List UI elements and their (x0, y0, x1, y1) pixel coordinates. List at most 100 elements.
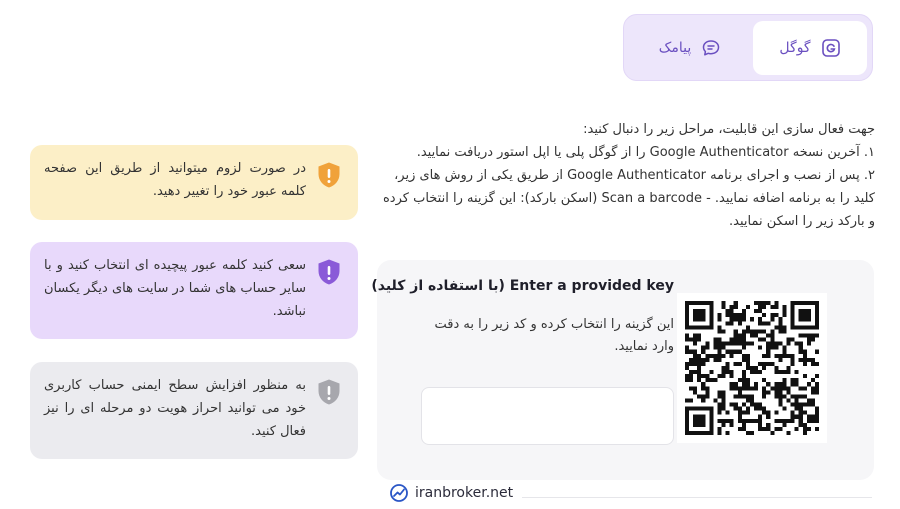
qr-module (705, 353, 710, 358)
qr-module (810, 418, 815, 423)
qr-module (790, 317, 795, 322)
qr-module (814, 309, 819, 314)
qr-module (790, 357, 795, 362)
qr-module (729, 349, 734, 354)
qr-module (762, 329, 767, 334)
brand-text: iranbroker.net (415, 485, 514, 501)
qr-module (806, 341, 811, 346)
alert-text: سعی کنید کلمه عبور پیچیده ای انتخاب کنید… (44, 258, 306, 319)
qr-module (721, 406, 726, 411)
qr-module (685, 422, 690, 427)
qr-module (778, 370, 783, 375)
qr-module (721, 374, 726, 379)
qr-module (766, 390, 771, 395)
qr-module (810, 361, 815, 366)
qr-module (693, 430, 698, 435)
qr-module (709, 422, 714, 427)
qr-module (709, 305, 714, 310)
shield-warning-icon (318, 379, 340, 405)
qr-module (766, 426, 771, 431)
qr-module (814, 374, 819, 379)
qr-module (705, 386, 710, 391)
qr-module (749, 386, 755, 391)
qr-module (814, 410, 819, 415)
qr-module (790, 337, 795, 342)
qr-module (762, 361, 767, 366)
qr-module (786, 430, 791, 435)
qr-module (766, 341, 771, 346)
qr-module (754, 329, 759, 334)
qr-module (802, 402, 807, 407)
qr-module (701, 309, 706, 314)
qr-module (729, 382, 734, 387)
qr-module (701, 317, 706, 322)
qr-module (766, 353, 771, 358)
qr-module (762, 337, 767, 342)
qr-module (802, 317, 807, 322)
qr-module (709, 430, 714, 435)
qr-module (685, 406, 690, 411)
qr-module (721, 370, 726, 375)
qr-module (709, 418, 714, 423)
qr-module (693, 309, 698, 314)
qr-module (782, 329, 787, 334)
tab-sms[interactable]: پیامک (630, 21, 750, 75)
qr-module (705, 390, 710, 395)
qr-module (701, 357, 706, 362)
qr-module (697, 374, 702, 379)
qr-module (693, 422, 698, 427)
qr-module (737, 337, 742, 342)
qr-module (814, 406, 819, 411)
google-g-icon (821, 39, 840, 57)
qr-module (762, 305, 767, 310)
qr-module (802, 309, 807, 314)
qr-module (782, 345, 787, 350)
qr-module (774, 390, 779, 395)
qr-module (806, 402, 811, 407)
qr-module (709, 317, 714, 322)
setup-key-card: Enter a provided key (با استفاده از کلید… (371, 260, 874, 480)
qr-module (717, 325, 722, 330)
qr-module (745, 361, 750, 366)
qr-module (693, 418, 698, 423)
qr-module (766, 422, 771, 427)
qr-module (741, 402, 746, 407)
qr-module (814, 382, 819, 387)
qr-module (794, 382, 799, 387)
qr-module (802, 430, 807, 435)
qr-module (697, 317, 702, 322)
provided-key-field[interactable] (421, 387, 674, 445)
qr-module (778, 418, 783, 423)
qr-module (693, 313, 698, 318)
qr-module (717, 329, 722, 334)
qr-module (749, 329, 755, 334)
qr-module (782, 325, 787, 330)
qr-module (790, 418, 795, 423)
qr-module (737, 394, 742, 399)
qr-module (733, 361, 738, 366)
qr-module (798, 414, 803, 419)
qr-module (693, 390, 698, 395)
auth-method-tabs: گوگل پیامک (623, 14, 873, 81)
qr-module (798, 402, 803, 407)
qr-module (697, 406, 702, 411)
tab-google[interactable]: گوگل (753, 21, 867, 75)
qr-module (745, 398, 750, 403)
qr-module (689, 301, 694, 306)
qr-module (758, 422, 763, 427)
qr-module (685, 430, 690, 435)
qr-module (814, 426, 819, 431)
qr-module (798, 422, 803, 427)
qr-module (782, 309, 787, 314)
qr-module (782, 382, 787, 387)
qr-module (758, 402, 763, 407)
qr-module (758, 361, 763, 366)
qr-module (733, 301, 738, 306)
qr-module (774, 353, 779, 358)
qr-module (745, 378, 750, 383)
qr-module (798, 357, 803, 362)
qr-module (693, 317, 698, 322)
qr-module (770, 337, 775, 342)
qr-module (741, 370, 746, 375)
qr-module (794, 426, 799, 431)
